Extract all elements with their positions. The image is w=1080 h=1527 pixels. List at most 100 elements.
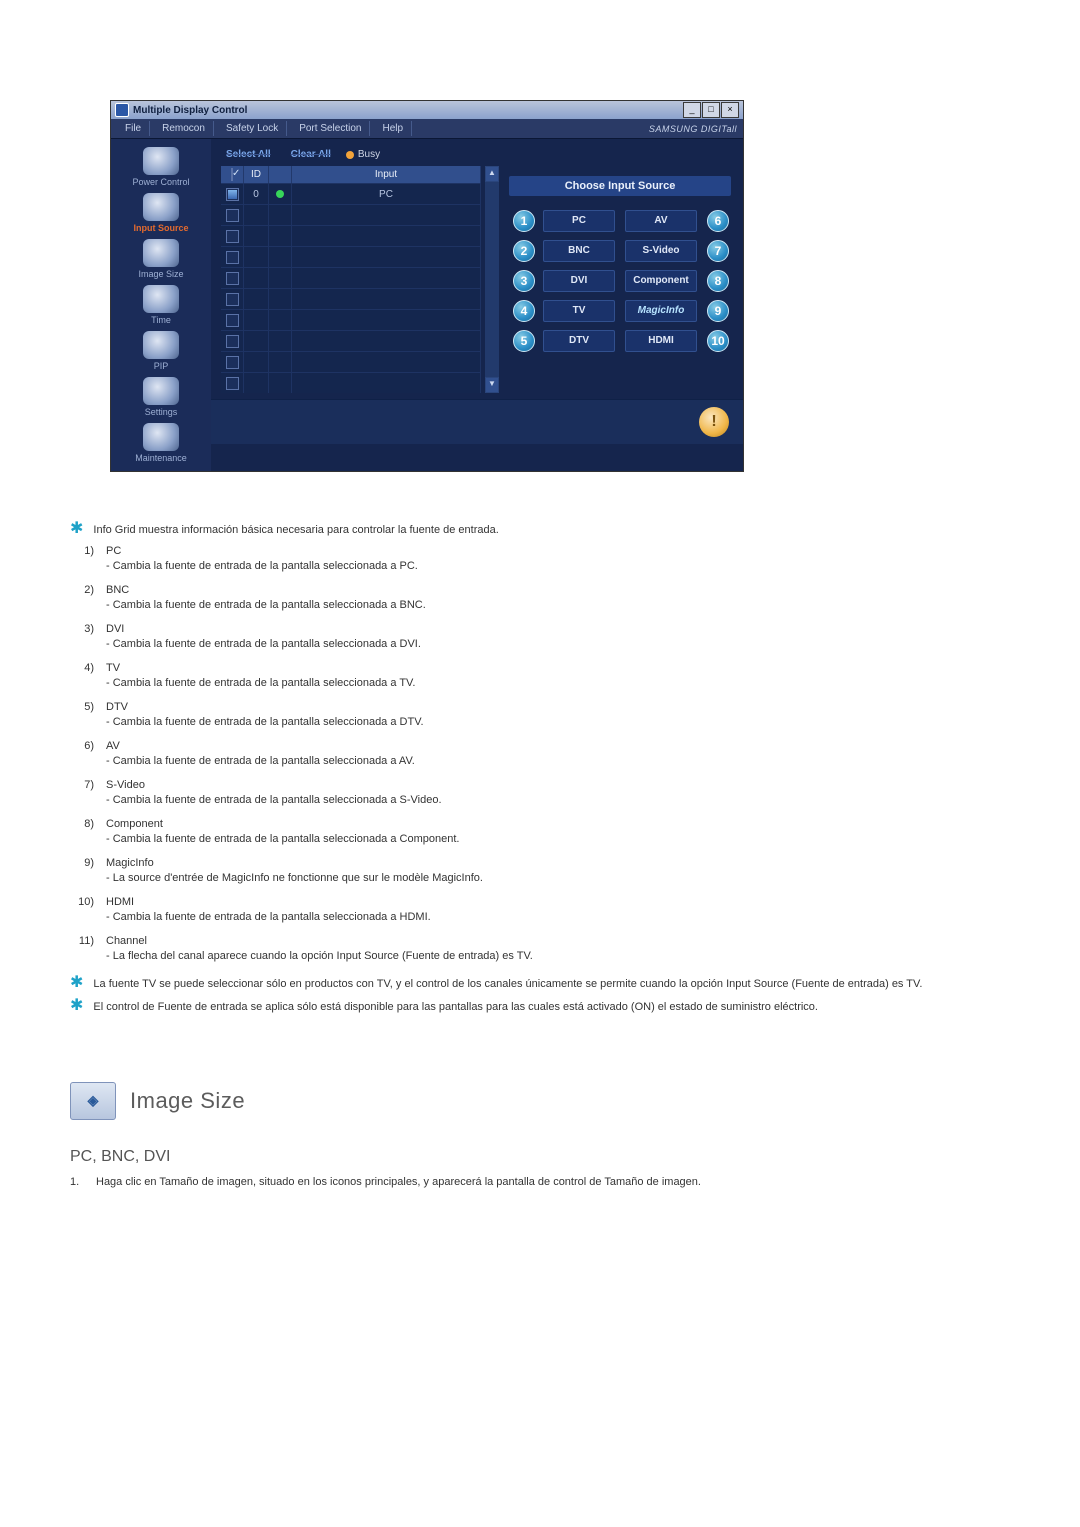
- sidebar-item-label: Input Source: [133, 223, 188, 233]
- sidebar-item-time[interactable]: Time: [111, 285, 211, 325]
- row-checkbox[interactable]: [226, 230, 239, 243]
- minimize-button[interactable]: _: [683, 102, 701, 118]
- row-checkbox[interactable]: [226, 356, 239, 369]
- titlebar: Multiple Display Control _ □ ×: [111, 101, 743, 119]
- table-row[interactable]: [221, 225, 481, 246]
- table-row[interactable]: [221, 330, 481, 351]
- window-controls: _ □ ×: [683, 102, 739, 118]
- menu-file[interactable]: File: [117, 121, 150, 136]
- sidebar-item-input-source[interactable]: Input Source: [111, 193, 211, 233]
- note-intro: Info Grid muestra información básica nec…: [93, 522, 498, 539]
- scroll-down-icon[interactable]: ▼: [485, 377, 499, 393]
- table-row[interactable]: [221, 246, 481, 267]
- row-input: PC: [292, 184, 481, 204]
- row-checkbox[interactable]: [226, 335, 239, 348]
- list-title: HDMI: [106, 896, 431, 908]
- note-bold-1: La fuente TV se puede seleccionar sólo e…: [93, 976, 922, 993]
- row-checkbox[interactable]: [226, 314, 239, 327]
- sidebar-item-maintenance[interactable]: Maintenance: [111, 423, 211, 463]
- sidebar-item-power-control[interactable]: Power Control: [111, 147, 211, 187]
- table-row[interactable]: [221, 267, 481, 288]
- list-desc: - Cambia la fuente de entrada de la pant…: [106, 677, 415, 689]
- busy-label: Busy: [358, 149, 380, 160]
- source-magicinfo-button[interactable]: MagicInfo: [625, 300, 697, 322]
- row-checkbox[interactable]: [226, 293, 239, 306]
- menu-help[interactable]: Help: [374, 121, 412, 136]
- source-dvi-button[interactable]: DVI: [543, 270, 615, 292]
- source-dtv-button[interactable]: DTV: [543, 330, 615, 352]
- list-title: S-Video: [106, 779, 442, 791]
- sidebar-item-settings[interactable]: Settings: [111, 377, 211, 417]
- row-checkbox[interactable]: [226, 188, 239, 201]
- source-svideo-button[interactable]: S-Video: [625, 240, 697, 262]
- sidebar-item-label: Image Size: [138, 269, 183, 279]
- menu-remocon[interactable]: Remocon: [154, 121, 214, 136]
- source-component-button[interactable]: Component: [625, 270, 697, 292]
- row-checkbox[interactable]: [226, 272, 239, 285]
- select-all-button[interactable]: Select All: [221, 147, 276, 162]
- table-row[interactable]: [221, 309, 481, 330]
- brand-label: SAMSUNG DIGITall: [649, 124, 737, 134]
- settings-icon: [143, 377, 179, 405]
- table-row[interactable]: 0 PC: [221, 183, 481, 204]
- list-title: DTV: [106, 701, 424, 713]
- table-row[interactable]: [221, 351, 481, 372]
- list-desc: - Cambia la fuente de entrada de la pant…: [106, 833, 459, 845]
- grid-scrollbar[interactable]: ▲ ▼: [485, 166, 499, 393]
- paragraph-text: Haga clic en Tamaño de imagen, situado e…: [96, 1174, 701, 1191]
- callout-5: 5: [513, 330, 535, 352]
- scroll-up-icon[interactable]: ▲: [485, 166, 499, 182]
- clear-all-button[interactable]: Clear All: [286, 147, 336, 162]
- table-row[interactable]: [221, 288, 481, 309]
- list-desc: - Cambia la fuente de entrada de la pant…: [106, 911, 431, 923]
- check-icon: [231, 168, 233, 181]
- list-number: 9): [70, 857, 94, 892]
- toolbar: Select All Clear All Busy: [211, 139, 743, 166]
- callout-7: 7: [707, 240, 729, 262]
- callout-8: 8: [707, 270, 729, 292]
- grid-header-input: Input: [292, 166, 481, 183]
- table-row[interactable]: [221, 372, 481, 393]
- window-title: Multiple Display Control: [133, 105, 247, 116]
- busy-indicator: Busy: [346, 149, 380, 160]
- callout-2: 2: [513, 240, 535, 262]
- time-icon: [143, 285, 179, 313]
- menu-safety-lock[interactable]: Safety Lock: [218, 121, 287, 136]
- paragraph-number: 1.: [70, 1174, 86, 1191]
- list-title: Component: [106, 818, 459, 830]
- maximize-button[interactable]: □: [702, 102, 720, 118]
- row-status-icon: [276, 190, 284, 198]
- note-bold-2: El control de Fuente de entrada se aplic…: [93, 999, 818, 1016]
- source-bnc-button[interactable]: BNC: [543, 240, 615, 262]
- star-icon: ✱: [70, 999, 83, 1013]
- row-checkbox[interactable]: [226, 251, 239, 264]
- sidebar-item-label: Settings: [145, 407, 178, 417]
- menu-port-selection[interactable]: Port Selection: [291, 121, 370, 136]
- app-window: Multiple Display Control _ □ × File Remo…: [110, 100, 744, 472]
- list-title: DVI: [106, 623, 421, 635]
- list-number: 7): [70, 779, 94, 814]
- sidebar-item-label: PIP: [154, 361, 169, 371]
- row-checkbox[interactable]: [226, 377, 239, 390]
- source-hdmi-button[interactable]: HDMI: [625, 330, 697, 352]
- callout-10: 10: [707, 330, 729, 352]
- list-title: BNC: [106, 584, 426, 596]
- star-icon: ✱: [70, 976, 83, 990]
- star-icon: ✱: [70, 522, 83, 536]
- list-number: 10): [70, 896, 94, 931]
- row-id: 0: [244, 184, 269, 204]
- sidebar-item-image-size[interactable]: Image Size: [111, 239, 211, 279]
- list-desc: - Cambia la fuente de entrada de la pant…: [106, 560, 418, 572]
- close-button[interactable]: ×: [721, 102, 739, 118]
- busy-dot-icon: [346, 151, 354, 159]
- source-pc-button[interactable]: PC: [543, 210, 615, 232]
- callout-3: 3: [513, 270, 535, 292]
- row-checkbox[interactable]: [226, 209, 239, 222]
- table-row[interactable]: [221, 204, 481, 225]
- list-title: MagicInfo: [106, 857, 483, 869]
- image-size-title: Image Size: [130, 1088, 245, 1114]
- list-number: 3): [70, 623, 94, 658]
- source-tv-button[interactable]: TV: [543, 300, 615, 322]
- sidebar-item-pip[interactable]: PIP: [111, 331, 211, 371]
- source-av-button[interactable]: AV: [625, 210, 697, 232]
